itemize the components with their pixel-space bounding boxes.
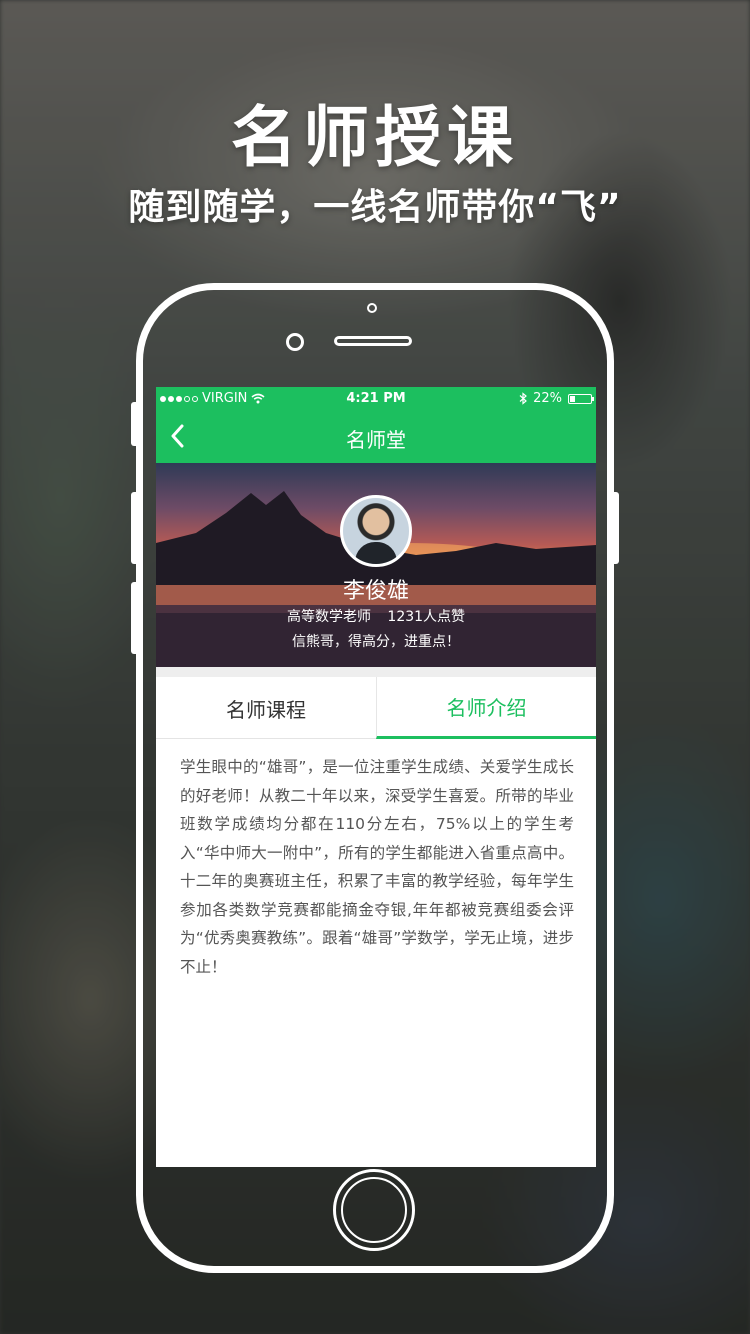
teacher-meta: 高等数学老师 1231人点赞 [156,606,596,626]
teacher-intro-text: 学生眼中的“雄哥”，是一位注重学生成绩、关爱学生成长的好老师！从教二十年以来，深… [180,758,574,976]
app-screen: VIRGIN 4:21 PM 22% 名师堂 李俊雄 高等数学老师 1231人点… [156,387,596,1167]
phone-mute-switch [131,402,139,446]
teacher-avatar [340,495,412,567]
tab-bar: 名师课程 名师介绍 [156,677,596,739]
tab-courses[interactable]: 名师课程 [156,677,376,739]
bluetooth-icon [519,392,528,405]
phone-volume-down [131,582,139,654]
earpiece-speaker [334,336,412,346]
front-camera [286,333,304,351]
promo-headline: 名师授课 [231,99,519,176]
teacher-motto: 信熊哥，得高分，进重点！ [292,634,460,650]
teacher-name: 李俊雄 [342,579,409,604]
section-divider [156,667,596,677]
phone-power-button [611,492,619,564]
status-bar: VIRGIN 4:21 PM 22% [156,387,596,411]
tab-introduction[interactable]: 名师介绍 [376,677,596,739]
home-button [333,1169,415,1251]
teacher-title: 高等数学老师 [286,609,371,625]
battery-percent: 22% [533,391,562,406]
status-right: 22% [519,391,594,406]
page-title: 名师堂 [346,428,406,452]
battery-icon [568,393,594,404]
teacher-header: 李俊雄 高等数学老师 1231人点赞 信熊哥，得高分，进重点！ [156,463,596,667]
nav-bar: 名师堂 [156,411,596,463]
proximity-sensor [367,303,377,313]
teacher-likes: 1231人点赞 [387,609,466,625]
phone-volume-up [131,492,139,564]
promo-subline: 随到随学，一线名师带你“飞” [128,187,622,228]
